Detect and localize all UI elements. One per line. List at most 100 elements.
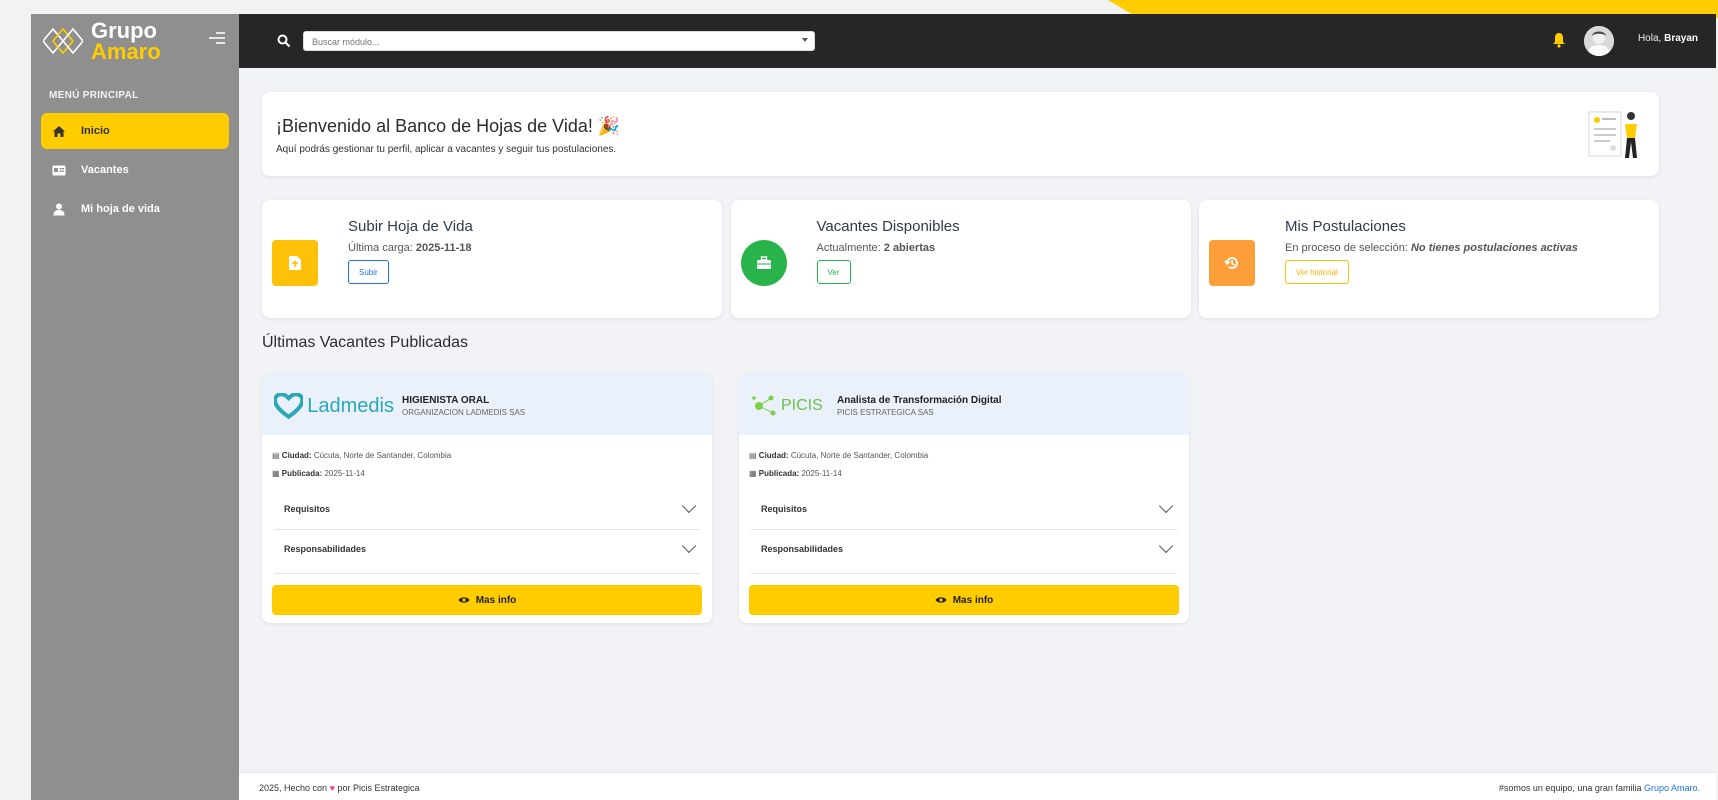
more-info-button[interactable]: Mas info bbox=[272, 585, 702, 615]
summary-cards: Subir Hoja de Vida Última carga: 2025-11… bbox=[262, 200, 1659, 318]
section-title: Últimas Vacantes Publicadas bbox=[262, 334, 469, 351]
card-sub-label: En proceso de selección: bbox=[1285, 242, 1408, 254]
published-label: Publicada: bbox=[281, 469, 323, 478]
footer-prefix: 2025, Hecho con bbox=[259, 783, 328, 793]
logo-text: Ladmedis bbox=[307, 394, 394, 417]
footer-tagline: #somos un equipo, una gran familia Grupo… bbox=[1499, 783, 1700, 793]
city-label: Ciudad: bbox=[758, 451, 789, 460]
app-window: Grupo Amaro MENÚ PRINCIPAL Inicio Vacant… bbox=[31, 14, 1716, 800]
resume-illustration-icon bbox=[1588, 111, 1637, 158]
welcome-banner: ¡Bienvenido al Banco de Hojas de Vida! 🎉… bbox=[262, 92, 1659, 176]
card-my-applications: Mis Postulaciones En proceso de selecció… bbox=[1199, 200, 1659, 318]
divider bbox=[751, 529, 1177, 530]
main-area: Hola, Brayan ¡Bienvenido al Banco de Hoj… bbox=[239, 14, 1716, 800]
city-label: Ciudad: bbox=[281, 451, 312, 460]
bell-icon[interactable] bbox=[1552, 32, 1566, 48]
card-sub-label: Actualmente: bbox=[816, 242, 881, 254]
user-greeting[interactable]: Hola, Brayan bbox=[1638, 33, 1698, 44]
divider bbox=[751, 573, 1177, 574]
more-info-button[interactable]: Mas info bbox=[749, 585, 1179, 615]
view-vacancies-button[interactable]: Ver bbox=[816, 260, 851, 284]
city-value: Cúcuta, Norte de Santander, Colombia bbox=[790, 451, 929, 460]
brand-line-1: Grupo bbox=[91, 18, 157, 43]
sidebar: Grupo Amaro MENÚ PRINCIPAL Inicio Vacant… bbox=[31, 14, 239, 800]
published-label: Publicada: bbox=[758, 469, 800, 478]
card-sub-value: No tienes postulaciones activas bbox=[1410, 242, 1578, 254]
logo-text: PICIS bbox=[781, 397, 823, 414]
accordion-requisitos[interactable]: Requisitos bbox=[284, 491, 700, 527]
brand-text: Grupo Amaro bbox=[91, 18, 161, 63]
welcome-title: ¡Bienvenido al Banco de Hojas de Vida! 🎉 bbox=[276, 116, 621, 136]
grupo-amaro-link[interactable]: Grupo Amaro. bbox=[1644, 783, 1700, 793]
vacancy-header: Ladmedis HIGIENISTA ORAL ORGANIZACION LA… bbox=[262, 373, 712, 435]
view-history-button[interactable]: Ver historial bbox=[1285, 260, 1349, 284]
city-value: Cúcuta, Norte de Santander, Colombia bbox=[313, 451, 452, 460]
greeting-text: Hola, bbox=[1637, 33, 1662, 44]
chevron-down-icon[interactable] bbox=[802, 38, 808, 42]
menu-toggle-icon[interactable] bbox=[209, 32, 225, 46]
chevron-down-icon bbox=[1158, 498, 1174, 514]
card-sub-value: 2025-11-18 bbox=[415, 242, 472, 254]
ladmedis-logo: Ladmedis bbox=[274, 391, 394, 421]
card-subtitle: Actualmente: 2 abiertas bbox=[817, 242, 936, 254]
vacancy-company: PICIS ESTRATEGICA SAS bbox=[837, 408, 934, 417]
accordion-responsabilidades[interactable]: Responsabilidades bbox=[761, 531, 1177, 567]
sidebar-item-vacantes[interactable]: Vacantes bbox=[41, 152, 229, 188]
card-subtitle: Última carga: 2025-11-18 bbox=[348, 242, 472, 254]
vacancy-company: ORGANIZACION LADMEDIS SAS bbox=[402, 408, 526, 417]
map-icon: ▤ bbox=[749, 451, 757, 460]
sidebar-item-label: Inicio bbox=[81, 125, 110, 137]
calendar-icon: ▦ bbox=[749, 469, 757, 478]
brand[interactable]: Grupo Amaro bbox=[31, 14, 239, 68]
accordion-label: Responsabilidades bbox=[284, 544, 367, 554]
vacancy-card: Ladmedis HIGIENISTA ORAL ORGANIZACION LA… bbox=[262, 373, 712, 623]
published-value: 2025-11-14 bbox=[324, 469, 365, 478]
card-title: Vacantes Disponibles bbox=[816, 218, 960, 235]
content: ¡Bienvenido al Banco de Hojas de Vida! 🎉… bbox=[239, 68, 1716, 772]
vacancy-city: ▤ Ciudad: Cúcuta, Norte de Santander, Co… bbox=[272, 451, 451, 460]
card-open-vacancies: Vacantes Disponibles Actualmente: 2 abie… bbox=[730, 200, 1191, 318]
divider bbox=[274, 573, 700, 574]
eye-icon bbox=[458, 597, 470, 603]
accordion-responsabilidades[interactable]: Responsabilidades bbox=[284, 531, 700, 567]
welcome-subtitle: Aquí podrás gestionar tu perfil, aplicar… bbox=[276, 144, 617, 155]
button-label: Mas info bbox=[952, 594, 994, 606]
home-icon bbox=[51, 123, 67, 139]
published-value: 2025-11-14 bbox=[801, 469, 842, 478]
user-icon bbox=[51, 201, 67, 217]
card-subtitle: En proceso de selección: No tienes postu… bbox=[1285, 242, 1578, 254]
card-sub-label: Última carga: bbox=[348, 242, 413, 254]
briefcase-icon bbox=[740, 240, 787, 286]
chevron-down-icon bbox=[681, 498, 697, 514]
vacancy-city: ▤ Ciudad: Cúcuta, Norte de Santander, Co… bbox=[749, 451, 928, 460]
footer-credits: 2025, Hecho con ♥ por Picis Estrategica bbox=[259, 783, 419, 793]
user-name: Brayan bbox=[1664, 33, 1698, 44]
sidebar-menu: Inicio Vacantes Mi hoja de vida bbox=[31, 113, 239, 227]
id-card-icon bbox=[51, 162, 67, 178]
sidebar-item-inicio[interactable]: Inicio bbox=[41, 113, 229, 149]
grupo-amaro-logo-icon bbox=[43, 27, 83, 55]
upload-button[interactable]: Subir bbox=[348, 260, 389, 284]
vacancy-card: PICIS Analista de Transformación Digital… bbox=[739, 373, 1189, 623]
vacancy-title: HIGIENISTA ORAL bbox=[402, 395, 490, 406]
network-nodes-icon bbox=[752, 395, 776, 416]
eye-icon bbox=[935, 597, 947, 603]
tooth-heart-icon bbox=[274, 393, 304, 419]
sidebar-item-mi-hoja-de-vida[interactable]: Mi hoja de vida bbox=[41, 191, 229, 227]
button-label: Mas info bbox=[475, 594, 517, 606]
vacancy-title: Analista de Transformación Digital bbox=[837, 395, 1002, 406]
module-search-select[interactable] bbox=[303, 31, 815, 51]
search-input[interactable] bbox=[304, 33, 784, 51]
map-icon: ▤ bbox=[272, 451, 280, 460]
avatar[interactable] bbox=[1584, 26, 1614, 56]
accordion-label: Requisitos bbox=[284, 504, 331, 514]
history-icon bbox=[1209, 240, 1255, 286]
card-sub-value: 2 abiertas bbox=[883, 242, 936, 254]
accordion-requisitos[interactable]: Requisitos bbox=[761, 491, 1177, 527]
card-title: Subir Hoja de Vida bbox=[348, 218, 473, 235]
accordion-label: Responsabilidades bbox=[761, 544, 844, 554]
search-icon[interactable] bbox=[277, 34, 291, 48]
calendar-icon: ▦ bbox=[272, 469, 280, 478]
vacancy-published: ▦ Publicada: 2025-11-14 bbox=[749, 469, 842, 478]
menu-title: MENÚ PRINCIPAL bbox=[49, 90, 139, 101]
